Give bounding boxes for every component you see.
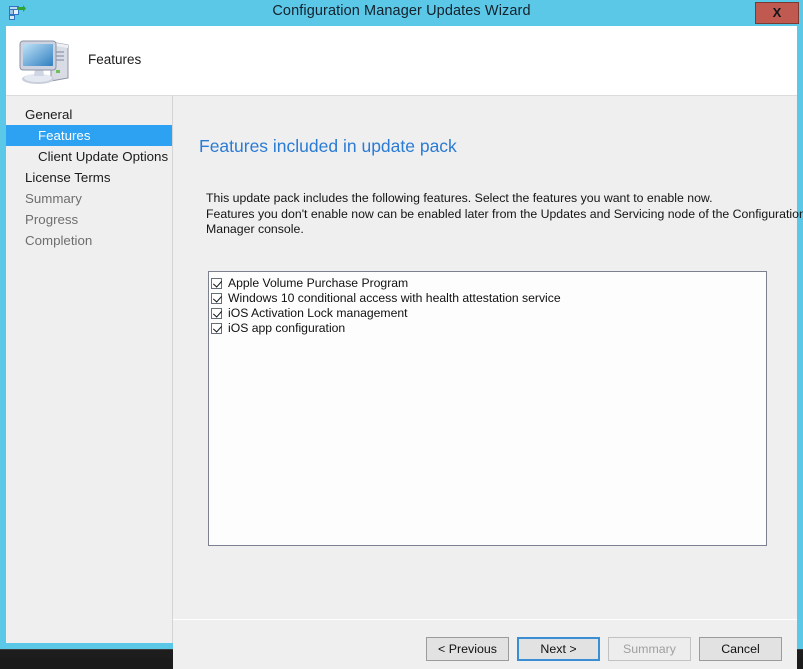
wizard-step-sidebar: General Features Client Update Options L…	[6, 96, 173, 643]
cancel-button[interactable]: Cancel	[699, 637, 782, 661]
step-list: General Features Client Update Options L…	[6, 96, 172, 251]
checkbox-icon[interactable]	[211, 308, 222, 319]
checkbox-icon[interactable]	[211, 278, 222, 289]
next-button[interactable]: Next >	[517, 637, 600, 661]
content-description: This update pack includes the following …	[206, 191, 768, 238]
sidebar-item-completion: Completion	[6, 230, 172, 251]
feature-label: Windows 10 conditional access with healt…	[228, 292, 561, 305]
desktop-background: Configuration Manager Updates Wizard X	[0, 0, 803, 657]
sidebar-item-general[interactable]: General	[6, 104, 172, 125]
sidebar-item-client-update-options[interactable]: Client Update Options	[6, 146, 172, 167]
feature-label: iOS app configuration	[228, 322, 345, 335]
list-item[interactable]: iOS app configuration	[211, 320, 766, 335]
feature-label: Apple Volume Purchase Program	[228, 277, 408, 290]
sidebar-item-license-terms[interactable]: License Terms	[6, 167, 172, 188]
wizard-button-bar: < Previous Next > Summary Cancel	[173, 620, 797, 669]
previous-button[interactable]: < Previous	[426, 637, 509, 661]
sidebar-item-summary: Summary	[6, 188, 172, 209]
description-line: Manager console.	[206, 222, 768, 238]
description-line: This update pack includes the following …	[206, 191, 768, 207]
wizard-window: Configuration Manager Updates Wizard X	[0, 0, 803, 649]
list-item[interactable]: iOS Activation Lock management	[211, 305, 766, 320]
page-title: Features	[88, 52, 141, 67]
feature-label: iOS Activation Lock management	[228, 307, 408, 320]
close-icon[interactable]: X	[755, 2, 799, 24]
checkbox-icon[interactable]	[211, 323, 222, 334]
list-item[interactable]: Windows 10 conditional access with healt…	[211, 290, 766, 305]
wizard-content-pane: Features included in update pack This up…	[173, 96, 797, 643]
summary-button: Summary	[608, 637, 691, 661]
title-bar[interactable]: Configuration Manager Updates Wizard X	[0, 0, 803, 26]
wizard-header: Features	[6, 26, 797, 96]
sidebar-item-progress: Progress	[6, 209, 172, 230]
feature-checkbox-list[interactable]: Apple Volume Purchase Program Windows 10…	[208, 271, 767, 546]
window-client-area: Features General Features Client Update …	[6, 26, 797, 643]
computer-icon	[18, 34, 76, 88]
list-item[interactable]: Apple Volume Purchase Program	[211, 275, 766, 290]
description-line: Features you don't enable now can be ena…	[206, 207, 768, 223]
sidebar-item-features[interactable]: Features	[6, 125, 172, 146]
window-title: Configuration Manager Updates Wizard	[0, 3, 803, 19]
checkbox-icon[interactable]	[211, 293, 222, 304]
content-heading: Features included in update pack	[199, 136, 457, 157]
